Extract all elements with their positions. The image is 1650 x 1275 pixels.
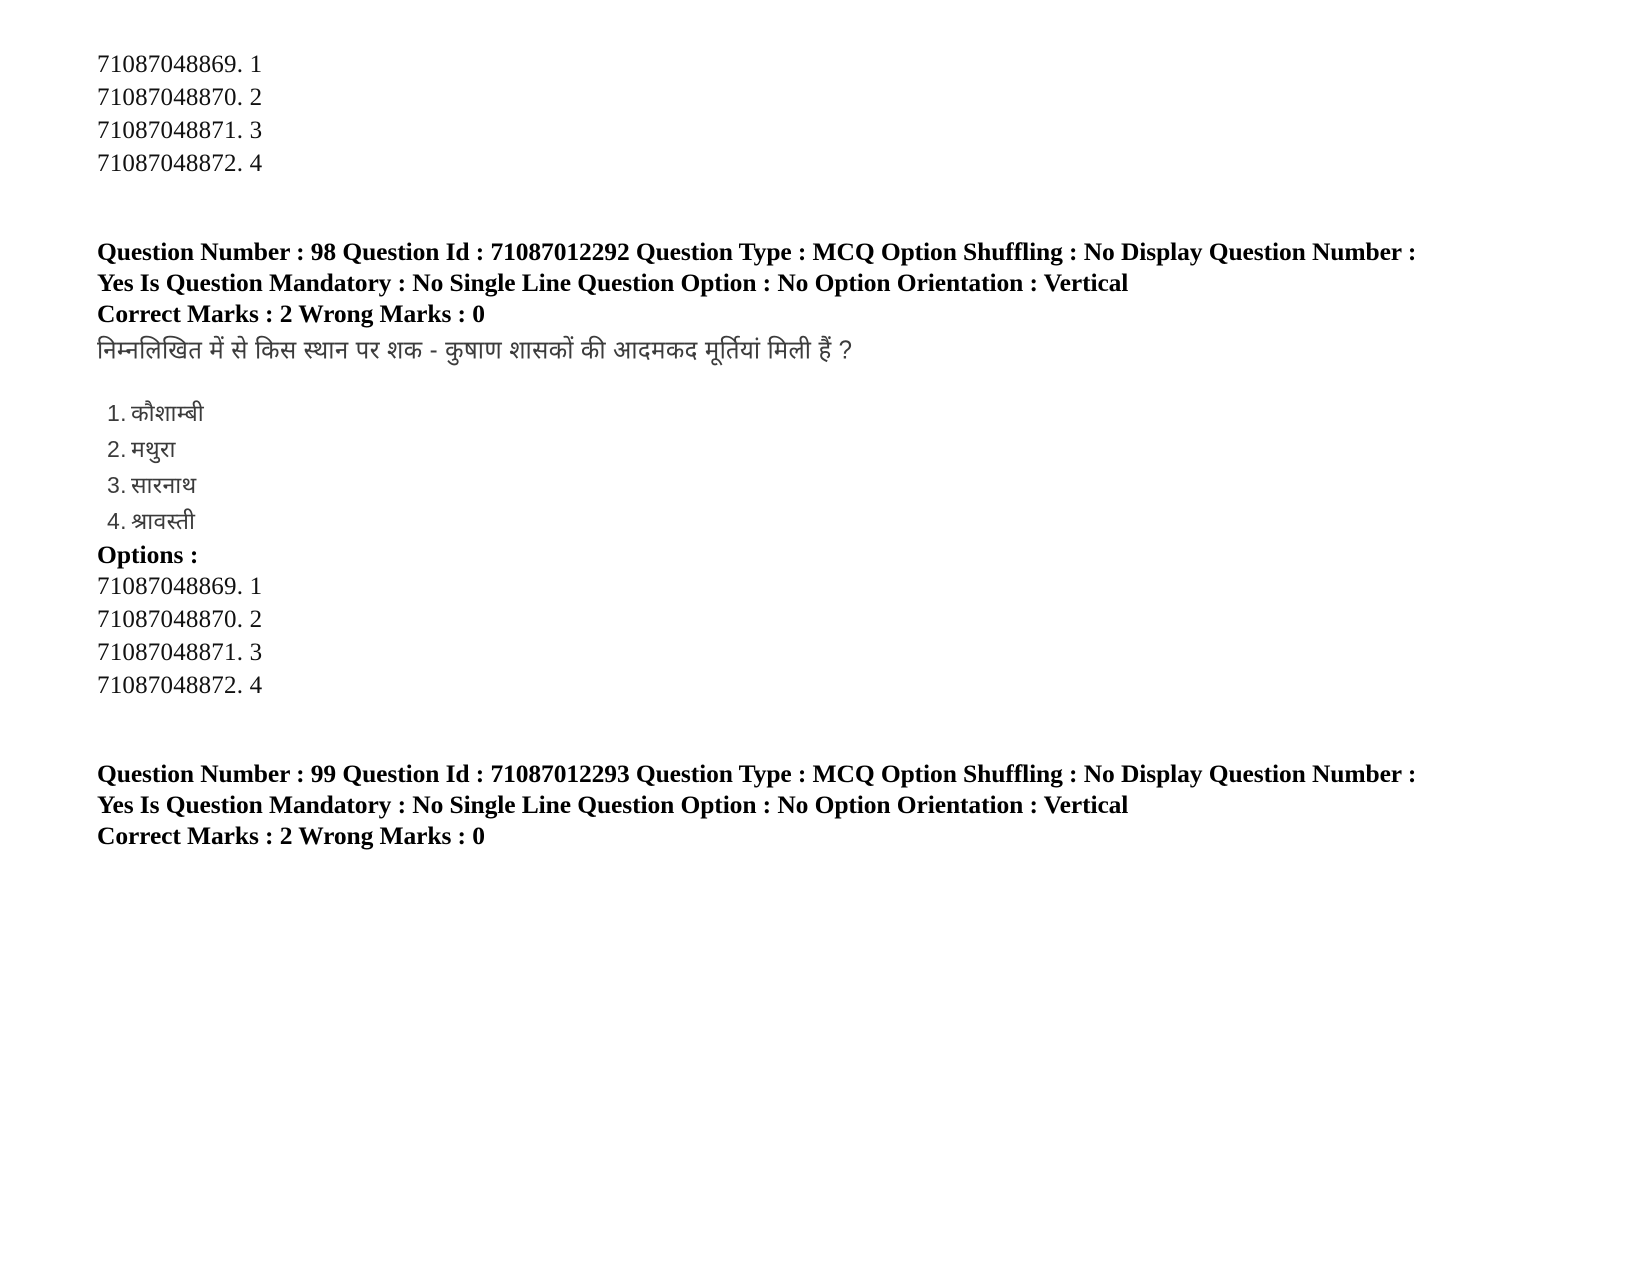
choice-number: 4. xyxy=(107,508,127,534)
choice-label: श्रावस्ती xyxy=(131,508,196,534)
question-metadata-line: Question Number : 98 Question Id : 71087… xyxy=(97,237,1417,297)
document-content: 71087048869. 1 71087048870. 2 7108704887… xyxy=(97,48,1417,851)
option-id-line: 71087048871. 3 xyxy=(97,639,263,666)
choice-item: 1. कौशाम्बी xyxy=(97,395,1417,431)
option-id-line: 71087048872. 4 xyxy=(97,150,263,177)
option-id-line: 71087048872. 4 xyxy=(97,672,263,699)
question-marks-line: Correct Marks : 2 Wrong Marks : 0 xyxy=(97,299,485,328)
choice-item: 2. मथुरा xyxy=(97,431,1417,467)
question-block-99: Question Number : 99 Question Id : 71087… xyxy=(97,758,1417,851)
choice-label: सारनाथ xyxy=(131,472,197,498)
option-id-line: 71087048871. 3 xyxy=(97,117,263,144)
choice-number: 1. xyxy=(107,400,127,426)
choice-number: 3. xyxy=(107,472,127,498)
question-marks-line: Correct Marks : 2 Wrong Marks : 0 xyxy=(97,821,485,850)
option-id-line: 71087048869. 1 xyxy=(97,573,263,600)
option-id-line: 71087048870. 2 xyxy=(97,606,263,633)
document-page: 71087048869. 1 71087048870. 2 7108704887… xyxy=(0,0,1650,1275)
question-metadata-line: Question Number : 99 Question Id : 71087… xyxy=(97,759,1417,819)
choice-item: 3. सारनाथ xyxy=(97,467,1417,503)
option-id-line: 71087048869. 1 xyxy=(97,51,263,78)
question-text: निम्नलिखित में से किस स्थान पर शक - कुषा… xyxy=(97,336,853,365)
choice-label: कौशाम्बी xyxy=(131,400,204,426)
choice-number: 2. xyxy=(107,436,127,462)
choice-label: मथुरा xyxy=(131,436,176,462)
options-heading: Options : xyxy=(97,540,199,569)
question-98-option-ids: 71087048869. 1 71087048870. 2 7108704887… xyxy=(97,570,1417,702)
question-choices-list: 1. कौशाम्बी 2. मथुरा 3. सारनाथ 4. श्रावस्ती xyxy=(97,395,1417,539)
choice-item: 4. श्रावस्ती xyxy=(97,503,1417,539)
question-block-98: Question Number : 98 Question Id : 71087… xyxy=(97,236,1417,702)
previous-question-option-ids: 71087048869. 1 71087048870. 2 7108704887… xyxy=(97,48,1417,180)
option-id-line: 71087048870. 2 xyxy=(97,84,263,111)
